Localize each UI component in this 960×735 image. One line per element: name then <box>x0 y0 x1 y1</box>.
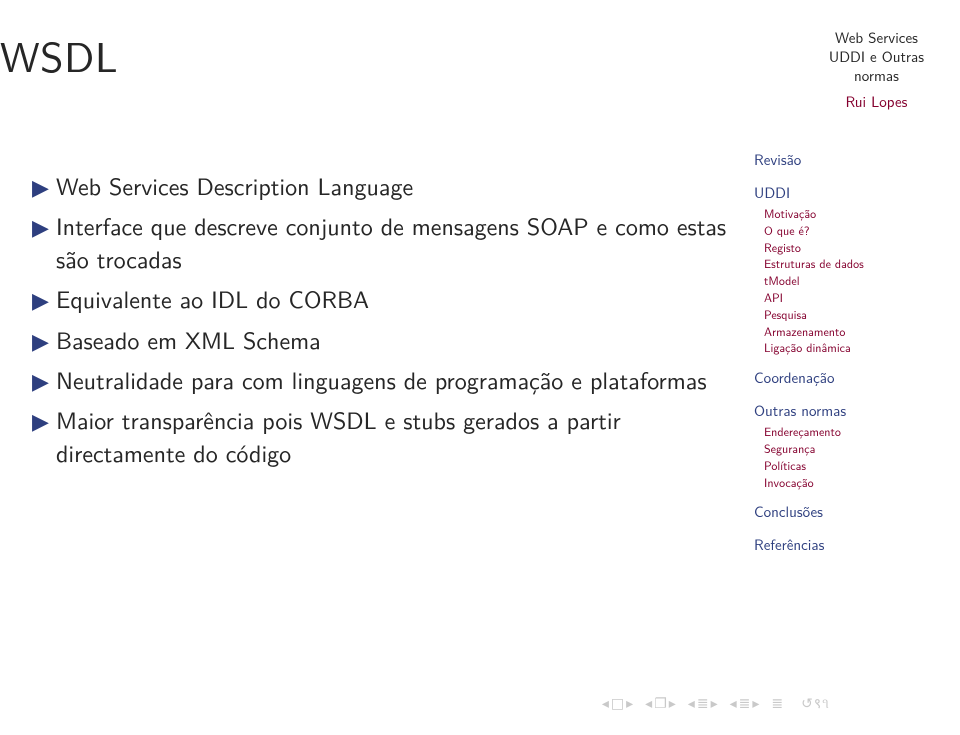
bullet-icon: ▶ <box>32 326 56 356</box>
sidebar-section[interactable]: Coordenação <box>754 366 924 389</box>
sidebar-subitem[interactable]: Políticas <box>764 457 924 474</box>
nav-prev-icon: ◂ <box>730 696 737 712</box>
nav-next-icon: ▸ <box>711 696 718 712</box>
list-item-text: Interface que descreve conjunto de mensa… <box>56 210 732 275</box>
list-item: ▶ Maior transparência pois WSDL e stubs … <box>32 404 732 469</box>
nav-summary-icon[interactable]: ≣ <box>771 696 783 712</box>
sidebar-section[interactable]: Outras normas <box>754 399 924 422</box>
sidebar-subitem[interactable]: Registo <box>764 239 924 256</box>
bullet-icon: ▶ <box>32 212 56 242</box>
header-block: Web Services UDDI e Outras normas Rui Lo… <box>829 28 924 111</box>
nav-doc-icon: ❐ <box>654 696 667 712</box>
bullet-icon: ▶ <box>32 366 56 396</box>
sidebar-section[interactable]: Revisão <box>754 148 924 171</box>
nav-subsection-cluster[interactable]: ◂ ≣ ▸ <box>688 696 718 712</box>
bullet-icon: ▶ <box>32 172 56 202</box>
sidebar-subitem[interactable]: Segurança <box>764 440 924 457</box>
sidebar-subitem[interactable]: Armazenamento <box>764 323 924 340</box>
list-item: ▶ Web Services Description Language <box>32 170 732 202</box>
slide: WSDL Web Services UDDI e Outras normas R… <box>0 0 960 735</box>
header-line-1: Web Services <box>829 28 924 47</box>
nav-prev-icon: ◂ <box>602 696 609 712</box>
sidebar-outline: Revisão UDDI Motivação O que é? Registo … <box>754 138 924 557</box>
sidebar-section[interactable]: UDDI <box>754 181 924 204</box>
list-item: ▶ Neutralidade para com linguagens de pr… <box>32 364 732 396</box>
nav-section-cluster[interactable]: ◂ ❐ ▸ <box>645 696 676 712</box>
header-line-3: normas <box>829 66 924 85</box>
sidebar-section[interactable]: Referências <box>754 533 924 556</box>
list-item: ▶ Interface que descreve conjunto de men… <box>32 210 732 275</box>
sidebar-subitem[interactable]: Ligação dinâmica <box>764 339 924 356</box>
nav-next-icon: ▸ <box>669 696 676 712</box>
nav-lines-icon: ≣ <box>697 696 709 712</box>
sidebar-subitem[interactable]: Pesquisa <box>764 306 924 323</box>
sidebar-subitem[interactable]: Motivação <box>764 205 924 222</box>
sidebar-subitem[interactable]: Estruturas de dados <box>764 255 924 272</box>
bullet-icon: ▶ <box>32 285 56 315</box>
nav-frame-cluster[interactable]: ◂ ≣ ▸ <box>730 696 760 712</box>
list-item-text: Web Services Description Language <box>56 170 732 202</box>
sidebar-section[interactable]: Conclusões <box>754 500 924 523</box>
nav-prev-icon: ◂ <box>645 696 652 712</box>
sidebar-subitem[interactable]: tModel <box>764 272 924 289</box>
list-item-text: Baseado em XML Schema <box>56 324 732 356</box>
list-item: ▶ Baseado em XML Schema <box>32 324 732 356</box>
nav-next-icon: ▸ <box>752 696 759 712</box>
nav-prev-icon: ◂ <box>688 696 695 712</box>
frame-title: WSDL <box>0 24 118 85</box>
sidebar-subitem[interactable]: O que é? <box>764 222 924 239</box>
list-item-text: Equivalente ao IDL do CORBA <box>56 283 732 315</box>
list-item-text: Neutralidade para com linguagens de prog… <box>56 364 732 396</box>
nav-controls: ◂ □ ▸ ◂ ❐ ▸ ◂ ≣ ▸ ◂ ≣ ▸ ≣ ↺९૧ <box>602 694 830 713</box>
content-list: ▶ Web Services Description Language ▶ In… <box>32 170 732 477</box>
nav-refresh-icon[interactable]: ↺९૧ <box>801 694 830 713</box>
sidebar-subitem[interactable]: API <box>764 289 924 306</box>
sidebar-subitem[interactable]: Invocação <box>764 474 924 491</box>
nav-slide-cluster[interactable]: ◂ □ ▸ <box>602 696 633 712</box>
bullet-icon: ▶ <box>32 406 56 436</box>
nav-next-icon: ▸ <box>626 696 633 712</box>
list-item-text: Maior transparência pois WSDL e stubs ge… <box>56 404 732 469</box>
header-line-2: UDDI e Outras <box>829 47 924 66</box>
header-author: Rui Lopes <box>829 92 924 111</box>
list-item: ▶ Equivalente ao IDL do CORBA <box>32 283 732 315</box>
sidebar-subitem[interactable]: Endereçamento <box>764 423 924 440</box>
nav-lines-icon: ≣ <box>739 696 751 712</box>
nav-slide-icon: □ <box>611 696 624 712</box>
